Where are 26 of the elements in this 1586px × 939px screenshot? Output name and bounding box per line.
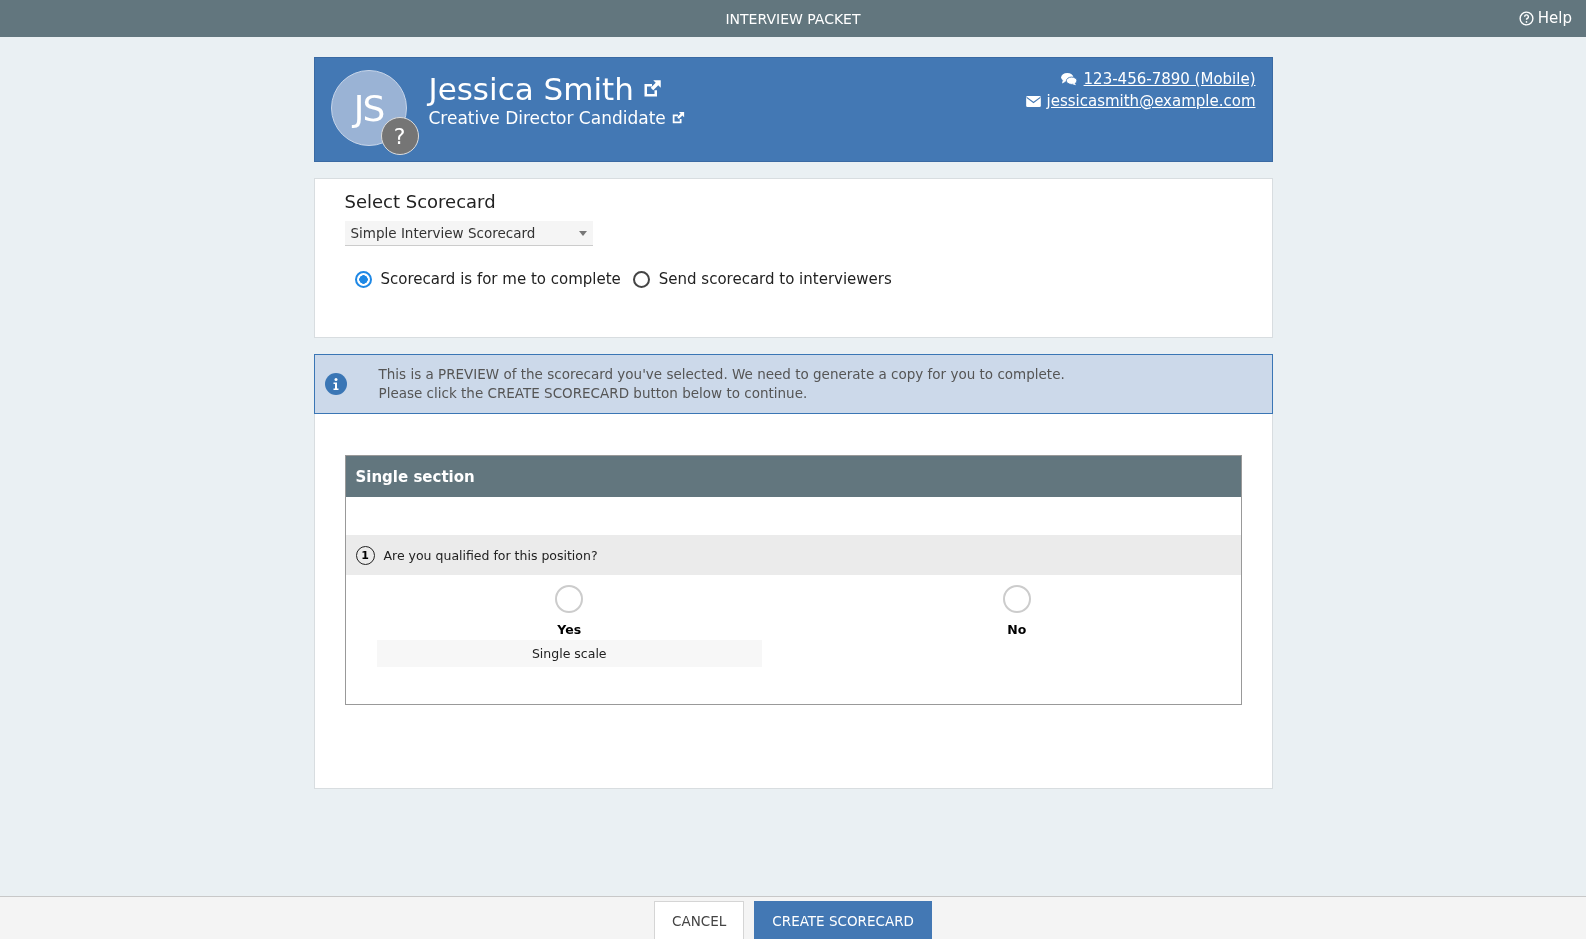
candidate-name: Jessica Smith xyxy=(428,70,634,108)
help-link[interactable]: Help xyxy=(1518,9,1572,27)
radio-option[interactable]: Scorecard is for me to complete xyxy=(354,270,621,288)
question-text: Are you qualified for this position? xyxy=(383,547,598,563)
page-title: INTERVIEW PACKET xyxy=(725,10,861,27)
notice-text: This is a PREVIEW of the scorecard you've selected. We need to generate a copy for you to complete. Please click the CREATE SCORECARD button below to continue. xyxy=(378,365,1065,403)
section-title: Single section xyxy=(345,456,1241,497)
radio-button[interactable] xyxy=(632,270,650,288)
scale-label: Single scale xyxy=(376,640,762,667)
create-button[interactable]: CREATE SCORECARD xyxy=(754,901,932,939)
candidate-role: Creative Director Candidate xyxy=(428,108,666,128)
scorecard-dropdown[interactable]: Simple Interview Scorecard xyxy=(344,221,593,246)
chat-bubbles-icon xyxy=(1059,72,1078,86)
choice-label: Yes xyxy=(557,622,582,639)
help-icon xyxy=(1518,10,1534,26)
radio-button[interactable] xyxy=(354,270,372,288)
caret-icon xyxy=(578,230,587,236)
cancel-button[interactable]: CANCEL xyxy=(654,901,745,939)
phone-link[interactable]: 123-456-7890 (Mobile) xyxy=(1083,70,1256,88)
envelope-icon xyxy=(1025,95,1041,107)
external-link-icon xyxy=(670,111,685,125)
info-icon xyxy=(324,373,347,395)
section-heading: Select Scorecard xyxy=(344,191,497,212)
email-link[interactable]: jessicasmith@example.com xyxy=(1046,92,1256,110)
choice-label: No xyxy=(1007,622,1027,639)
radio-option[interactable]: Send scorecard to interviewers xyxy=(632,270,892,288)
